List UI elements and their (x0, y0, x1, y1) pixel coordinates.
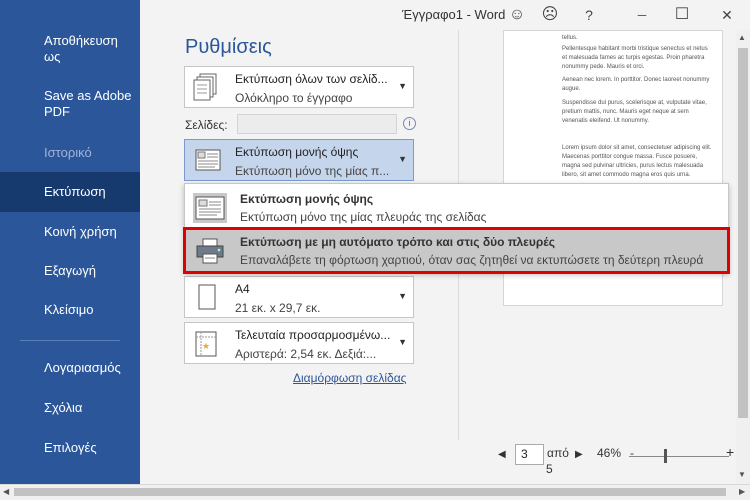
margins-value: Τελευταία προσαρμοσμένω... (235, 328, 391, 342)
zoom-slider-thumb[interactable] (664, 449, 667, 463)
svg-text:★: ★ (202, 341, 210, 351)
chevron-down-icon: ▼ (398, 291, 407, 301)
option-print-one-sided[interactable]: Εκτύπωση μονής όψης Εκτύπωση μόνο της μί… (185, 186, 728, 229)
zoom-level[interactable]: 46% (597, 446, 621, 460)
pages-stack-icon (193, 73, 217, 101)
sidebar-item-print[interactable]: Εκτύπωση (0, 172, 140, 212)
preview-paragraph: Lorem ipsum dolor sit amet, consectetuer… (562, 145, 712, 178)
print-sides-value: Εκτύπωση μονής όψης (235, 145, 359, 159)
pages-label: Σελίδες: (185, 118, 228, 132)
sidebar-item-close[interactable]: Κλείσιμο (0, 302, 140, 318)
horizontal-scroll-thumb[interactable] (14, 488, 726, 496)
scroll-up-icon[interactable]: ▲ (738, 33, 746, 42)
window-title: Έγγραφο1 - Word (402, 7, 506, 22)
current-page-input[interactable]: 3 (515, 444, 544, 465)
minimize-button[interactable]: ─ (630, 3, 654, 27)
margins-dropdown[interactable]: ★ Τελευταία προσαρμοσμένω... Αριστερά: 2… (184, 322, 414, 364)
zoom-slider[interactable] (629, 456, 729, 457)
paper-size-description: 21 εκ. x 29,7 εκ. (235, 301, 321, 315)
backstage-print-view: Αποθήκευση ως Save as Adobe PDF Ιστορικό… (0, 0, 750, 500)
help-button[interactable]: ? (577, 3, 601, 27)
print-sides-dropdown[interactable]: Εκτύπωση μονής όψης Εκτύπωση μόνο της μί… (184, 139, 414, 181)
sidebar-item-options[interactable]: Επιλογές (0, 440, 140, 456)
close-button[interactable]: ✕ (715, 3, 739, 27)
zoom-out-button[interactable]: - (630, 446, 634, 460)
print-sides-description: Εκτύπωση μόνο της μίας π... (235, 164, 390, 178)
preview-paragraph: Pellentesque habitant morbi tristique se… (562, 46, 708, 70)
sidebar-item-account[interactable]: Λογαριασμός (0, 360, 140, 376)
sidebar-divider (20, 340, 120, 341)
sidebar-item-share[interactable]: Κοινή χρήση (0, 224, 140, 240)
option-description: Επαναλάβετε τη φόρτωση χαρτιού, όταν σας… (240, 253, 704, 267)
previous-page-icon[interactable]: ◀ (498, 449, 506, 460)
option-title: Εκτύπωση μονής όψης (240, 192, 374, 206)
margins-description: Αριστερά: 2,54 εκ. Δεξιά:... (235, 347, 377, 361)
sidebar-item-export[interactable]: Εξαγωγή (0, 263, 140, 279)
paper-a4-icon (198, 284, 216, 310)
sidebar-item-label: ως (44, 49, 61, 64)
info-icon[interactable]: i (403, 117, 416, 130)
chevron-down-icon: ▼ (398, 81, 407, 91)
chevron-down-icon: ▼ (398, 154, 407, 164)
single-sided-icon (193, 193, 227, 223)
preview-paragraph: Suspendisse dui purus, scelerisque at, v… (562, 100, 707, 124)
zoom-in-button[interactable]: + (726, 444, 734, 460)
chevron-down-icon: ▼ (398, 337, 407, 347)
frown-feedback-icon[interactable]: ☹ (538, 3, 562, 27)
sidebar-item-save-adobe-pdf[interactable]: Save as Adobe PDF (0, 88, 140, 120)
print-range-value: Εκτύπωση όλων των σελίδ... (235, 72, 388, 86)
print-sides-options-list: Εκτύπωση μονής όψης Εκτύπωση μόνο της μί… (183, 183, 730, 274)
scroll-down-icon[interactable]: ▼ (738, 470, 746, 479)
scroll-right-icon[interactable]: ▶ (739, 487, 745, 496)
vertical-scroll-thumb[interactable] (738, 48, 748, 418)
preview-paragraph: tellus. (562, 35, 578, 41)
page-setup-link[interactable]: Διαμόρφωση σελίδας (293, 371, 406, 385)
sidebar-item-label: PDF (44, 104, 70, 119)
preview-paragraph: Aenean nec lorem. In porttitor. Donec la… (562, 77, 710, 92)
sidebar-item-history: Ιστορικό (44, 145, 92, 160)
sidebar-item-save-as[interactable]: Αποθήκευση ως (0, 33, 140, 65)
backstage-sidebar: Αποθήκευση ως Save as Adobe PDF Ιστορικό… (0, 0, 140, 484)
sidebar-item-comments[interactable]: Σχόλια (0, 400, 140, 416)
pages-input[interactable] (237, 114, 397, 134)
print-range-dropdown[interactable]: Εκτύπωση όλων των σελίδ... Ολόκληρο το έ… (184, 66, 414, 108)
page-total: 5 (546, 462, 553, 476)
next-page-icon[interactable]: ▶ (575, 449, 583, 460)
single-sided-icon (195, 149, 221, 171)
settings-heading: Ρυθμίσεις (185, 36, 272, 58)
smile-feedback-icon[interactable]: ☺ (505, 3, 529, 27)
margins-icon: ★ (195, 331, 217, 357)
scroll-left-icon[interactable]: ◀ (3, 487, 9, 496)
option-manual-duplex[interactable]: Εκτύπωση με μη αυτόματο τρόπο και στις δ… (183, 227, 730, 274)
page-of-label: από (547, 446, 569, 460)
option-title: Εκτύπωση με μη αυτόματο τρόπο και στις δ… (240, 235, 555, 249)
sidebar-item-label: Save as Adobe (44, 88, 132, 103)
printer-icon (196, 238, 224, 264)
option-description: Εκτύπωση μόνο της μίας πλευράς της σελίδ… (240, 210, 487, 224)
maximize-button[interactable]: ☐ (670, 3, 694, 27)
print-range-description: Ολόκληρο το έγγραφο (235, 91, 353, 105)
title-bar: Έγγραφο1 - Word ☺ ☹ ? ─ ☐ ✕ (140, 0, 750, 30)
paper-size-value: A4 (235, 282, 250, 296)
sidebar-item-label: Αποθήκευση (44, 33, 118, 48)
paper-size-dropdown[interactable]: A4 21 εκ. x 29,7 εκ. ▼ (184, 276, 414, 318)
